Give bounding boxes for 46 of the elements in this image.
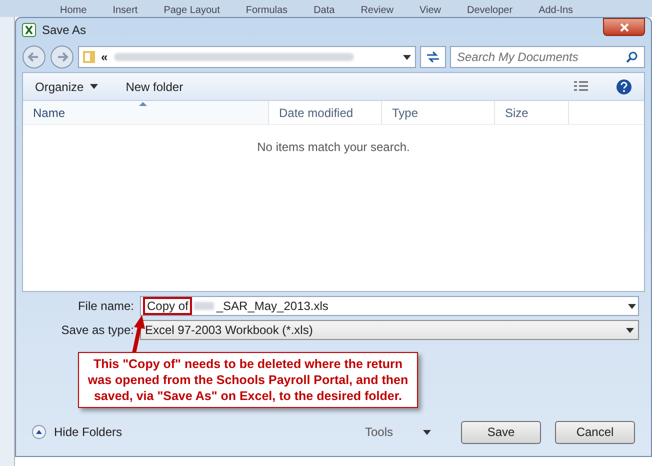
caret-icon [628,304,636,308]
ribbon-tab[interactable]: Home [60,5,87,17]
view-icon[interactable] [574,80,588,92]
caret-icon [626,328,634,332]
save-type-dropdown[interactable]: Excel 97-2003 Workbook (*.xls) [140,320,639,340]
folder-icon [83,50,95,64]
column-header[interactable]: Name [23,101,269,124]
blurred-text [194,302,214,310]
address-bar[interactable]: « [78,46,416,68]
window-title: Save As [42,22,86,39]
caret-icon [423,430,431,434]
tools-menu[interactable]: Tools [364,423,393,441]
organize-button[interactable]: Organize [35,78,98,96]
file-name-text: _SAR_May_2013.xls [216,298,328,315]
cancel-button[interactable]: Cancel [555,420,635,444]
highlight-box: Copy of [143,297,192,315]
collapse-icon[interactable] [32,425,46,439]
caret-icon [403,54,411,60]
empty-message: No items match your search. [257,139,410,154]
file-name-field[interactable]: Copy of _SAR_May_2013.xls [140,296,639,316]
ribbon-tab[interactable]: View [419,5,441,17]
close-icon [620,22,628,32]
sort-arrow-icon [139,102,147,106]
ribbon-tab[interactable]: Insert [112,5,138,17]
ribbon-tab[interactable]: Developer [466,5,513,17]
save-button[interactable]: Save [461,420,541,444]
caret-icon [90,84,98,89]
search-input[interactable]: Search My Documents [457,48,626,66]
refresh-icon [426,51,440,63]
hide-folders-link[interactable]: Hide Folders [54,423,122,441]
save-type-label: Save as type: [60,322,135,339]
ribbon-tab[interactable]: Add-Ins [538,5,574,17]
ribbon-tab[interactable]: Page Layout [164,5,220,17]
address-prefix: « [101,49,108,66]
ribbon-tab[interactable]: Review [360,5,394,17]
ribbon-tab[interactable]: Data [314,5,335,17]
spreadsheet-icon [22,23,36,37]
close-button[interactable] [603,18,645,36]
new-folder-button[interactable]: New folder [126,78,184,96]
callout-text: This "Copy of" needs to be deleted where the return was opened from the Schools Payroll Portal, and then saved, via "Save As" on Excel, to the desired folder. [87,356,409,404]
file-name-label: File name: [76,298,135,315]
ribbon-tab[interactable]: Formulas [246,5,288,17]
search-field[interactable]: Search My Documents [450,46,645,68]
refresh-button[interactable] [420,46,446,68]
search-icon [626,51,638,63]
help-icon[interactable] [616,78,632,94]
